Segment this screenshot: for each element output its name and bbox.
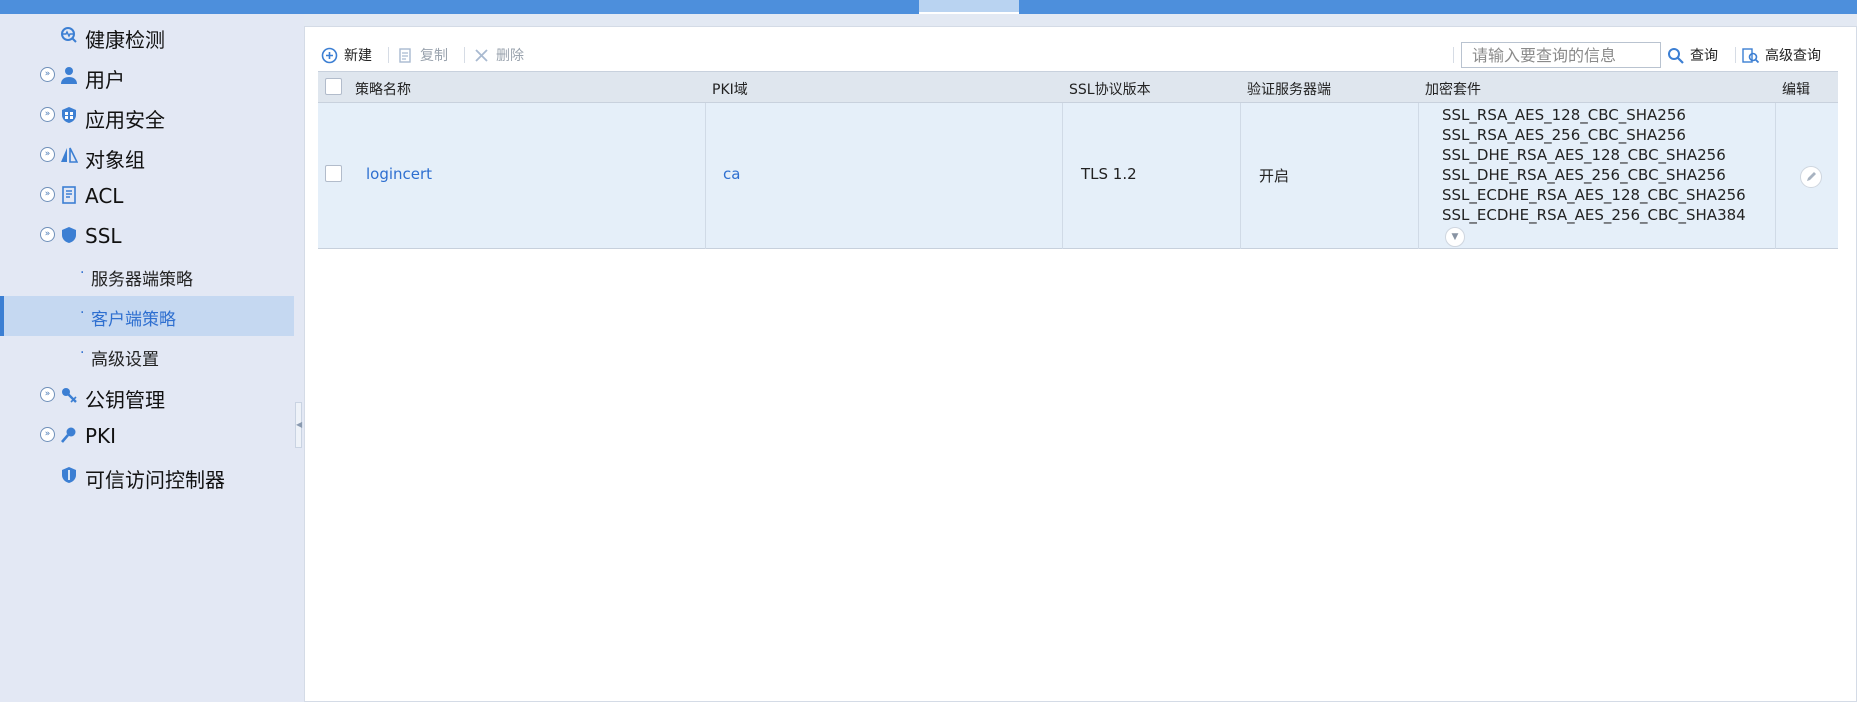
expand-circle-icon[interactable]: » <box>40 67 55 82</box>
new-button[interactable]: 新建 <box>321 45 372 65</box>
cipher-suite-list: SSL_RSA_AES_128_CBC_SHA256 SSL_RSA_AES_2… <box>1442 105 1746 225</box>
sidebar-item-trusted-access-controller[interactable]: 可信访问控制器 <box>0 456 294 496</box>
sidebar-subitem-label: 高级设置 <box>91 350 159 370</box>
cipher-suite-item: SSL_DHE_RSA_AES_256_CBC_SHA256 <box>1442 166 1726 184</box>
copy-button[interactable]: 复制 <box>397 45 448 65</box>
toolbar-divider <box>1735 47 1736 63</box>
bullet-icon: · <box>80 305 85 321</box>
column-header-cipher-suites[interactable]: 加密套件 <box>1425 79 1481 99</box>
toolbar: 新建 复制 删除 查询 高级查询 <box>305 27 1857 71</box>
column-divider <box>1775 103 1776 249</box>
select-all-checkbox[interactable] <box>325 78 342 95</box>
search-input[interactable] <box>1461 42 1661 68</box>
cipher-suite-item: SSL_ECDHE_RSA_AES_256_CBC_SHA384 <box>1442 206 1746 224</box>
delete-button-label: 删除 <box>496 48 524 64</box>
column-divider <box>1240 103 1241 249</box>
acl-doc-icon <box>62 186 76 204</box>
sidebar-item-label: 对象组 <box>85 148 145 172</box>
column-header-policy-name[interactable]: 策略名称 <box>355 79 411 99</box>
policy-table: 策略名称 PKI域 SSL协议版本 验证服务器端 加密套件 编辑 logince… <box>318 71 1838 249</box>
key-icon <box>61 427 76 443</box>
expand-circle-icon[interactable]: » <box>40 107 55 122</box>
cipher-suite-item: SSL_RSA_AES_128_CBC_SHA256 <box>1442 106 1686 124</box>
expand-circle-icon[interactable]: » <box>40 147 55 162</box>
heartbeat-icon <box>61 27 77 43</box>
advanced-search-icon <box>1742 47 1759 63</box>
table-header: 策略名称 PKI域 SSL协议版本 验证服务器端 加密套件 编辑 <box>318 71 1838 103</box>
advanced-query-button-label: 高级查询 <box>1765 48 1821 64</box>
chevron-down-icon[interactable]: ▼ <box>1445 227 1465 247</box>
column-divider <box>1418 103 1419 249</box>
column-divider <box>1062 103 1063 249</box>
sidebar-item-users[interactable]: » 用户 <box>0 56 294 96</box>
sidebar: 健康检测 » 用户 » 应用安全 » 对象组 » ACL » SSL · 服务器… <box>0 14 294 702</box>
sidebar-item-label: PKI <box>85 424 117 448</box>
bullet-icon: · <box>80 265 85 281</box>
toolbar-divider <box>464 47 465 63</box>
sidebar-item-label: ACL <box>85 184 124 208</box>
sidebar-item-health-check[interactable]: 健康检测 <box>0 16 294 56</box>
user-icon <box>61 67 77 84</box>
table-row[interactable]: logincert ca TLS 1.2 开启 SSL_RSA_AES_128_… <box>318 103 1838 249</box>
sidebar-item-app-security[interactable]: » 应用安全 <box>0 96 294 136</box>
sidebar-item-acl[interactable]: » ACL <box>0 176 294 216</box>
key-tools-icon <box>62 388 77 403</box>
cipher-suite-item: SSL_RSA_AES_256_CBC_SHA256 <box>1442 126 1686 144</box>
collapse-sidebar-handle[interactable]: ◀ <box>295 402 302 448</box>
edit-pencil-icon[interactable] <box>1800 166 1822 188</box>
sidebar-item-label: 用户 <box>85 68 125 92</box>
copy-button-label: 复制 <box>420 48 448 64</box>
expand-circle-icon[interactable]: » <box>40 187 55 202</box>
sidebar-item-public-key-management[interactable]: » 公钥管理 <box>0 376 294 416</box>
app-shield-icon <box>62 107 76 123</box>
row-checkbox[interactable] <box>325 165 342 182</box>
object-group-icon <box>61 147 78 163</box>
column-header-edit: 编辑 <box>1782 82 1810 98</box>
sidebar-item-object-group[interactable]: » 对象组 <box>0 136 294 176</box>
policy-name-link[interactable]: logincert <box>366 165 432 183</box>
shield-icon <box>62 227 76 243</box>
delete-button[interactable]: 删除 <box>473 45 524 65</box>
close-x-icon <box>475 48 488 62</box>
verify-server-cell: 开启 <box>1259 167 1290 185</box>
sidebar-item-pki[interactable]: » PKI <box>0 416 294 456</box>
sidebar-item-label: 应用安全 <box>85 108 165 132</box>
query-button-label: 查询 <box>1690 48 1718 64</box>
sidebar-item-ssl[interactable]: » SSL <box>0 216 294 256</box>
new-button-label: 新建 <box>344 48 372 64</box>
advanced-query-button[interactable]: 高级查询 <box>1742 45 1821 65</box>
query-button[interactable]: 查询 <box>1667 45 1718 65</box>
main-panel: 新建 复制 删除 查询 高级查询 策略名称 PKI域 SSL协议版本 <box>304 26 1857 702</box>
sidebar-item-label: SSL <box>85 224 122 248</box>
sidebar-item-label: 可信访问控制器 <box>85 468 225 492</box>
collapse-circle-icon[interactable]: » <box>40 227 55 242</box>
pki-domain-link[interactable]: ca <box>723 165 740 183</box>
copy-doc-icon <box>399 47 411 63</box>
sidebar-item-label: 健康检测 <box>85 28 165 52</box>
sidebar-subitem-advanced-settings[interactable]: · 高级设置 <box>0 336 294 376</box>
sidebar-subitem-server-policy[interactable]: · 服务器端策略 <box>0 256 294 296</box>
sidebar-subitem-client-policy[interactable]: · 客户端策略 <box>0 296 294 336</box>
ssl-version-cell: TLS 1.2 <box>1081 165 1137 183</box>
expand-circle-icon[interactable]: » <box>40 387 55 402</box>
sidebar-item-label: 公钥管理 <box>85 388 165 412</box>
toolbar-divider <box>1453 47 1454 63</box>
column-divider <box>705 103 706 249</box>
cipher-suite-item: SSL_ECDHE_RSA_AES_128_CBC_SHA256 <box>1442 186 1746 204</box>
trust-shield-icon <box>62 467 76 483</box>
bullet-icon: · <box>80 345 85 361</box>
plus-circle-icon <box>321 47 338 63</box>
active-top-tab[interactable] <box>919 0 1019 14</box>
sidebar-splitter[interactable]: ◀ <box>294 14 304 702</box>
top-bar <box>0 0 1857 14</box>
toolbar-divider <box>388 47 389 63</box>
cipher-suite-item: SSL_DHE_RSA_AES_128_CBC_SHA256 <box>1442 146 1726 164</box>
sidebar-subitem-label: 服务器端策略 <box>91 270 193 290</box>
search-icon <box>1668 47 1684 64</box>
expand-circle-icon[interactable]: » <box>40 427 55 442</box>
column-header-ssl-version[interactable]: SSL协议版本 <box>1069 79 1151 99</box>
column-header-verify-server[interactable]: 验证服务器端 <box>1247 79 1331 99</box>
sidebar-subitem-label: 客户端策略 <box>91 310 176 330</box>
column-header-pki-domain[interactable]: PKI域 <box>712 79 748 99</box>
